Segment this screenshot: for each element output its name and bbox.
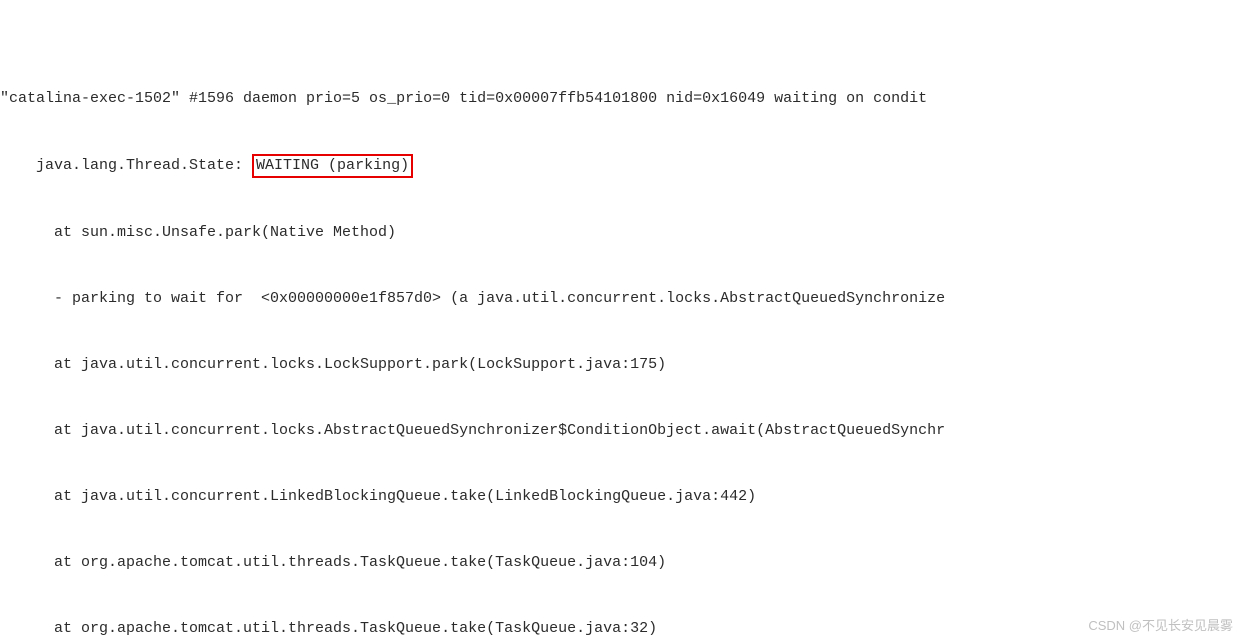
stack-frame: at java.util.concurrent.locks.LockSuppor… <box>0 354 1241 376</box>
stack-frame: at java.util.concurrent.LinkedBlockingQu… <box>0 486 1241 508</box>
stack-frame: at sun.misc.Unsafe.park(Native Method) <box>0 222 1241 244</box>
thread-dump: "catalina-exec-1502" #1596 daemon prio=5… <box>0 0 1241 641</box>
watermark: CSDN @不见长安见晨雾 <box>1088 615 1233 637</box>
thread-header: "catalina-exec-1502" #1596 daemon prio=5… <box>0 88 1241 110</box>
thread-state-highlight: WAITING (parking) <box>252 154 413 178</box>
stack-frame: at org.apache.tomcat.util.threads.TaskQu… <box>0 618 1241 640</box>
thread-state-prefix: java.lang.Thread.State: <box>36 157 252 174</box>
stack-frame: at org.apache.tomcat.util.threads.TaskQu… <box>0 552 1241 574</box>
thread-state-line: java.lang.Thread.State: WAITING (parking… <box>0 154 1241 178</box>
stack-frame: at java.util.concurrent.locks.AbstractQu… <box>0 420 1241 442</box>
stack-frame: - parking to wait for <0x00000000e1f857d… <box>0 288 1241 310</box>
